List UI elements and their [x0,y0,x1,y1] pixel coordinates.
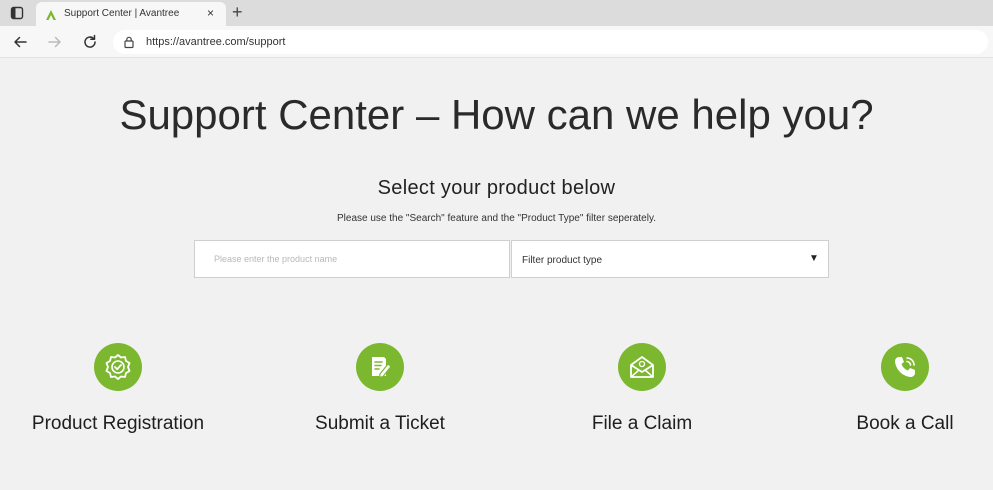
avantree-logo-icon [45,8,57,20]
book-call-label: Book a Call [856,413,954,434]
back-arrow-icon[interactable] [11,33,29,51]
product-registration-label: Product Registration [31,413,205,434]
product-select-heading: Select your product below [377,177,616,199]
support-page: Support Center – How can we help you? Se… [0,59,993,490]
page-title: Support Center – How can we help you? [119,91,874,138]
browser-toolbar: https://avantree.com/support [0,26,993,58]
dropdown-arrow-icon: ▼ [809,253,819,264]
submit-ticket-card[interactable]: Submit a Ticket [260,343,500,443]
product-registration-card[interactable]: Product Registration [0,343,238,443]
new-tab-icon[interactable]: + [232,3,243,21]
envelope-at-icon [618,343,666,391]
product-search-input[interactable] [194,240,510,278]
close-tab-icon[interactable]: × [207,6,214,20]
ticket-pencil-icon [356,343,404,391]
badge-check-icon [94,343,142,391]
file-claim-card[interactable]: File a Claim [522,343,762,443]
product-type-filter-value: Filter product type [522,255,603,266]
browser-tab-strip: Support Center | Avantree × + [0,0,993,26]
forward-arrow-icon[interactable] [46,33,64,51]
address-bar[interactable]: https://avantree.com/support [113,30,988,54]
browser-tab[interactable]: Support Center | Avantree × [36,2,226,26]
reload-icon[interactable] [81,33,99,51]
submit-ticket-label: Submit a Ticket [315,413,445,434]
book-call-card[interactable]: Book a Call [785,343,993,443]
search-instructions: Please use the "Search" feature and the … [336,213,656,224]
product-type-filter[interactable]: Filter product type ▼ [511,240,829,278]
file-claim-label: File a Claim [591,413,693,434]
lock-icon[interactable] [122,35,136,49]
window-menu-icon[interactable] [10,6,24,20]
phone-call-icon [881,343,929,391]
address-url: https://avantree.com/support [146,36,286,48]
tab-title: Support Center | Avantree [64,8,180,19]
